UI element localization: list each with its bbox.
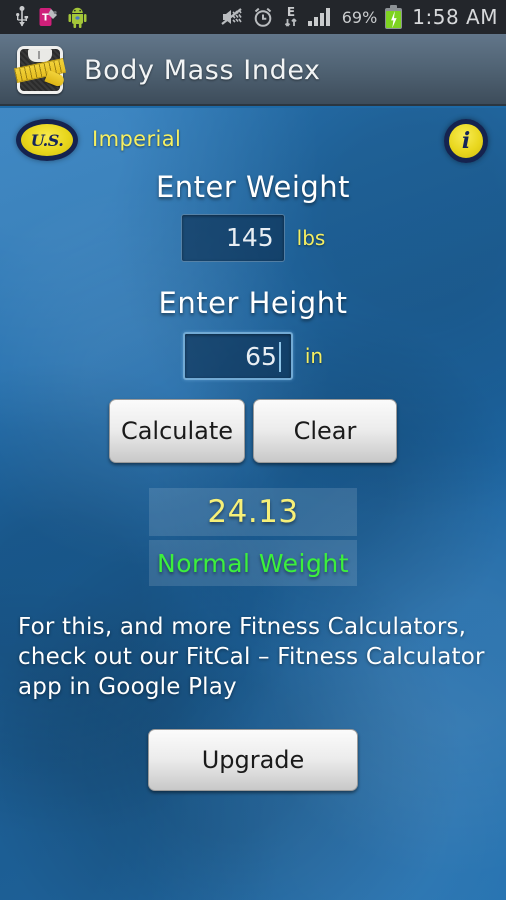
tmobile-sim-icon: T (39, 8, 57, 26)
alarm-icon (254, 7, 272, 27)
weight-unit-label: lbs (296, 226, 326, 250)
height-label: Enter Height (158, 286, 348, 320)
bmi-result-panel: 24.13 (149, 488, 357, 536)
scale-measuring-tape-icon (13, 45, 67, 95)
calculate-button[interactable]: Calculate (109, 399, 245, 463)
height-field-row: 65 in (0, 332, 506, 380)
text-cursor (278, 342, 281, 372)
bmi-category-panel: Normal Weight (149, 540, 357, 586)
battery-percent-label: 69% (341, 7, 378, 27)
usb-icon (16, 6, 29, 27)
upgrade-button[interactable]: Upgrade (148, 729, 358, 791)
info-button[interactable]: i (444, 119, 488, 163)
clock-label: 1:58 AM (412, 5, 498, 29)
battery-charging-icon (385, 5, 403, 29)
upgrade-button-row: Upgrade (0, 729, 506, 791)
unit-selector-row: U.S. Imperial i (0, 116, 506, 166)
mute-vibrate-icon (221, 8, 242, 25)
us-units-toggle-button[interactable]: U.S. (16, 119, 78, 161)
weight-label: Enter Weight (155, 170, 351, 204)
title-bar: Body Mass Index (0, 34, 506, 106)
svg-text:E: E (287, 5, 295, 19)
promo-text: For this, and more Fitness Calculators, … (18, 614, 485, 700)
height-input[interactable]: 65 (182, 332, 293, 380)
height-input-value: 65 (245, 342, 277, 371)
page-title: Body Mass Index (84, 54, 321, 86)
action-button-row: Calculate Clear (0, 399, 506, 463)
status-bar-right-icons: E 69% 1:58 AM (220, 5, 498, 29)
unit-system-label: Imperial (92, 127, 182, 151)
svg-text:T: T (42, 13, 49, 24)
info-icon: i (461, 128, 471, 154)
signal-bars-icon (307, 8, 330, 26)
main-content: U.S. Imperial i Enter Weight 145 lbs Ent… (0, 108, 506, 900)
bmi-value: 24.13 (207, 494, 299, 530)
status-bar-left-icons: T (14, 6, 87, 28)
weight-field-row: 145 lbs (0, 214, 506, 262)
bmi-category-label: Normal Weight (157, 548, 349, 578)
clear-button[interactable]: Clear (253, 399, 397, 463)
android-icon (68, 7, 87, 28)
edge-data-icon: E (284, 5, 297, 27)
app-screen: T E 69% 1:58 AM Body Mass Index U.S. Imp… (0, 0, 506, 900)
weight-input[interactable]: 145 (180, 214, 285, 262)
height-unit-label: in (304, 344, 324, 368)
us-badge-label: U.S. (30, 130, 64, 150)
status-bar: T E 69% 1:58 AM (0, 0, 506, 34)
